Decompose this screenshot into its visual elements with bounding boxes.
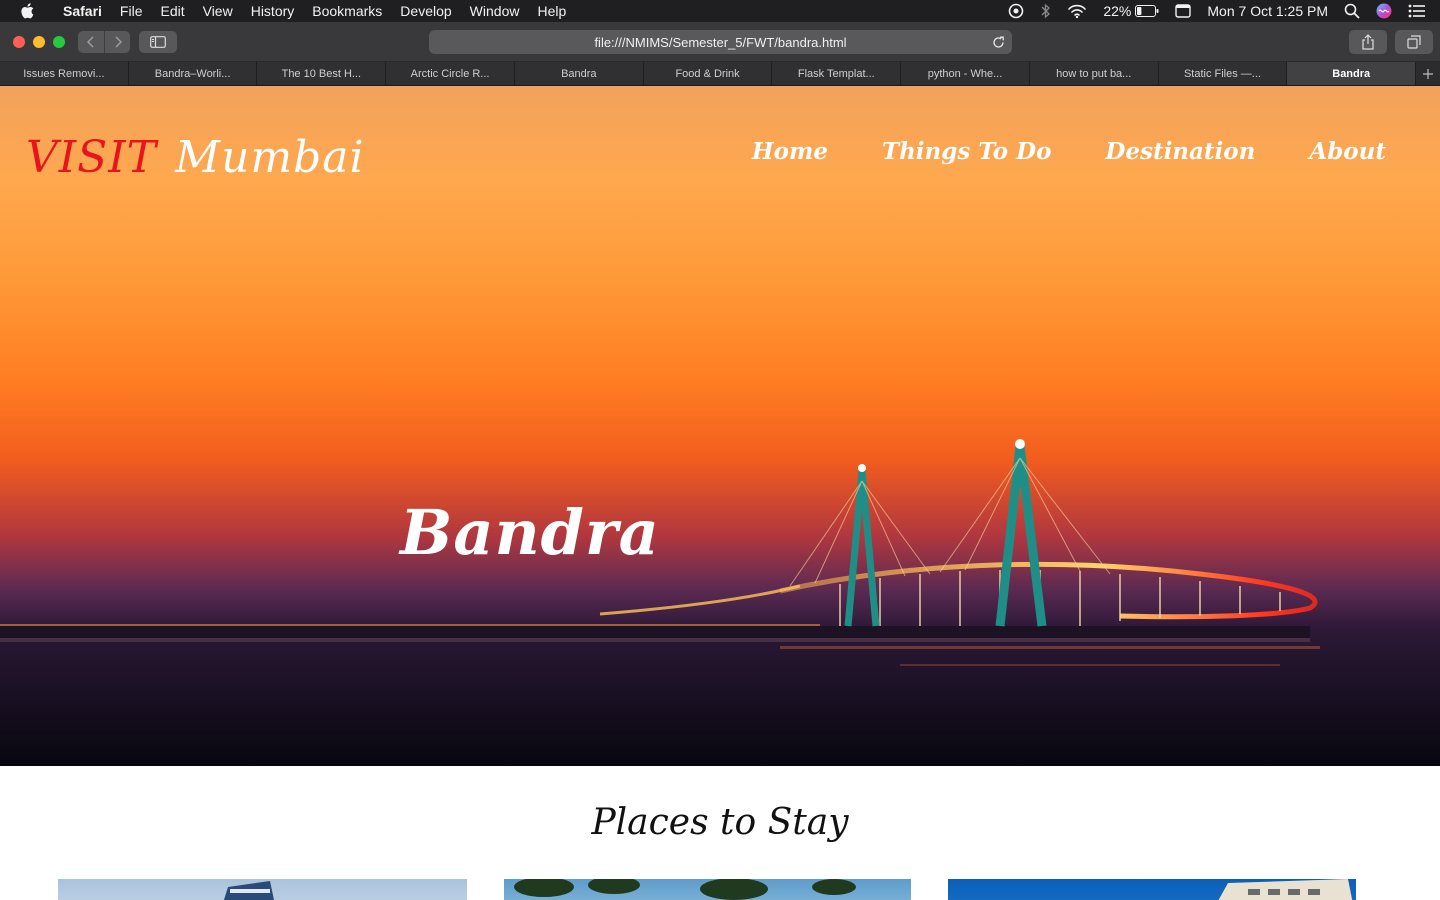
menu-help[interactable]: Help — [528, 0, 575, 22]
share-icon — [1362, 34, 1374, 50]
forward-button[interactable] — [104, 31, 130, 53]
nav-home[interactable]: Home — [752, 138, 828, 165]
hero-title: Bandra — [400, 496, 660, 569]
menu-bar-status-area: 22% Mon 7 Oct 1:25 PM — [999, 0, 1440, 22]
siri-icon[interactable] — [1376, 0, 1392, 22]
places-to-stay-heading: Places to Stay — [591, 802, 849, 843]
menu-file[interactable]: File — [111, 0, 152, 22]
battery-icon — [1135, 5, 1159, 17]
creative-cloud-icon[interactable] — [1007, 0, 1025, 22]
web-page: VISIT Mumbai Home Things To Do Destinatio… — [0, 86, 1440, 900]
menu-history[interactable]: History — [242, 0, 304, 22]
hotel-cards — [0, 879, 1440, 900]
menu-window[interactable]: Window — [461, 0, 529, 22]
clock[interactable]: Mon 7 Oct 1:25 PM — [1207, 0, 1328, 22]
reload-icon — [992, 36, 1004, 48]
history-navigation — [78, 31, 130, 53]
plus-icon — [1423, 68, 1434, 79]
browser-toolbar: file:///NMIMS/Semester_5/FWT/bandra.html — [0, 22, 1440, 62]
menu-develop[interactable]: Develop — [391, 0, 460, 22]
menu-edit[interactable]: Edit — [151, 0, 193, 22]
apple-icon — [21, 3, 34, 19]
battery-status[interactable]: 22% — [1103, 0, 1159, 22]
tab-arctic-circle[interactable]: Arctic Circle R... — [386, 62, 515, 85]
spotlight-search-icon[interactable] — [1344, 0, 1360, 22]
new-tab-button[interactable] — [1416, 62, 1440, 85]
notification-center-icon[interactable] — [1408, 0, 1426, 22]
hero-banner: VISIT Mumbai Home Things To Do Destinatio… — [0, 86, 1440, 766]
back-button[interactable] — [78, 31, 104, 53]
wifi-icon[interactable] — [1067, 0, 1087, 22]
logo-city-text: Mumbai — [175, 132, 365, 183]
sidebar-toggle-button[interactable] — [139, 31, 177, 53]
site-navigation: Home Things To Do Destination About — [752, 138, 1386, 165]
menu-view[interactable]: View — [194, 0, 242, 22]
menu-app-name[interactable]: Safari — [54, 0, 111, 22]
bluetooth-icon[interactable] — [1041, 0, 1051, 22]
tab-bandra-worli[interactable]: Bandra–Worli... — [128, 62, 258, 85]
tab-bandra[interactable]: Bandra — [514, 62, 644, 85]
sea-link-bridge-image — [0, 439, 1440, 766]
tab-bar: Issues Removi... Bandra–Worli... The 10 … — [0, 62, 1440, 86]
battery-percent: 22% — [1103, 3, 1132, 19]
menu-bookmarks[interactable]: Bookmarks — [303, 0, 391, 22]
url-text: file:///NMIMS/Semester_5/FWT/bandra.html — [594, 34, 847, 50]
close-window-button[interactable] — [13, 36, 25, 48]
tab-10-best-hotels[interactable]: The 10 Best H... — [257, 62, 387, 85]
tabs-overview-icon — [1407, 35, 1421, 49]
apple-menu[interactable] — [0, 3, 54, 19]
chevron-right-icon — [114, 36, 122, 48]
calendar-menu-icon[interactable] — [1175, 0, 1192, 22]
reload-button[interactable] — [990, 34, 1006, 50]
tab-python-where[interactable]: python - Whe... — [901, 62, 1030, 85]
logo-visit-text: VISIT — [26, 132, 158, 183]
hotel-card-image[interactable] — [948, 879, 1356, 900]
nav-about[interactable]: About — [1309, 138, 1386, 165]
tab-static-files[interactable]: Static Files —... — [1158, 62, 1288, 85]
hotel-card-image[interactable] — [504, 879, 911, 900]
tab-bandra-active[interactable]: Bandra — [1287, 62, 1417, 85]
zoom-window-button[interactable] — [53, 36, 65, 48]
menu-bar-left: Safari File Edit View History Bookmarks … — [0, 0, 575, 22]
site-logo[interactable]: VISIT Mumbai — [26, 132, 365, 183]
nav-things-to-do[interactable]: Things To Do — [882, 138, 1051, 165]
address-bar[interactable]: file:///NMIMS/Semester_5/FWT/bandra.html — [429, 30, 1012, 54]
share-button[interactable] — [1349, 30, 1387, 54]
show-all-tabs-button[interactable] — [1395, 30, 1433, 54]
hotel-card-image[interactable] — [58, 879, 467, 900]
tab-how-to-put-background[interactable]: how to put ba... — [1029, 62, 1159, 85]
minimize-window-button[interactable] — [33, 36, 45, 48]
tab-issues-removing[interactable]: Issues Removi... — [0, 62, 129, 85]
macos-menu-bar: Safari File Edit View History Bookmarks … — [0, 0, 1440, 22]
sidebar-icon — [150, 36, 166, 48]
tab-flask-templates[interactable]: Flask Templat... — [772, 62, 902, 85]
chevron-left-icon — [86, 36, 94, 48]
nav-destination[interactable]: Destination — [1105, 138, 1255, 165]
tab-food-drink[interactable]: Food & Drink — [643, 62, 773, 85]
